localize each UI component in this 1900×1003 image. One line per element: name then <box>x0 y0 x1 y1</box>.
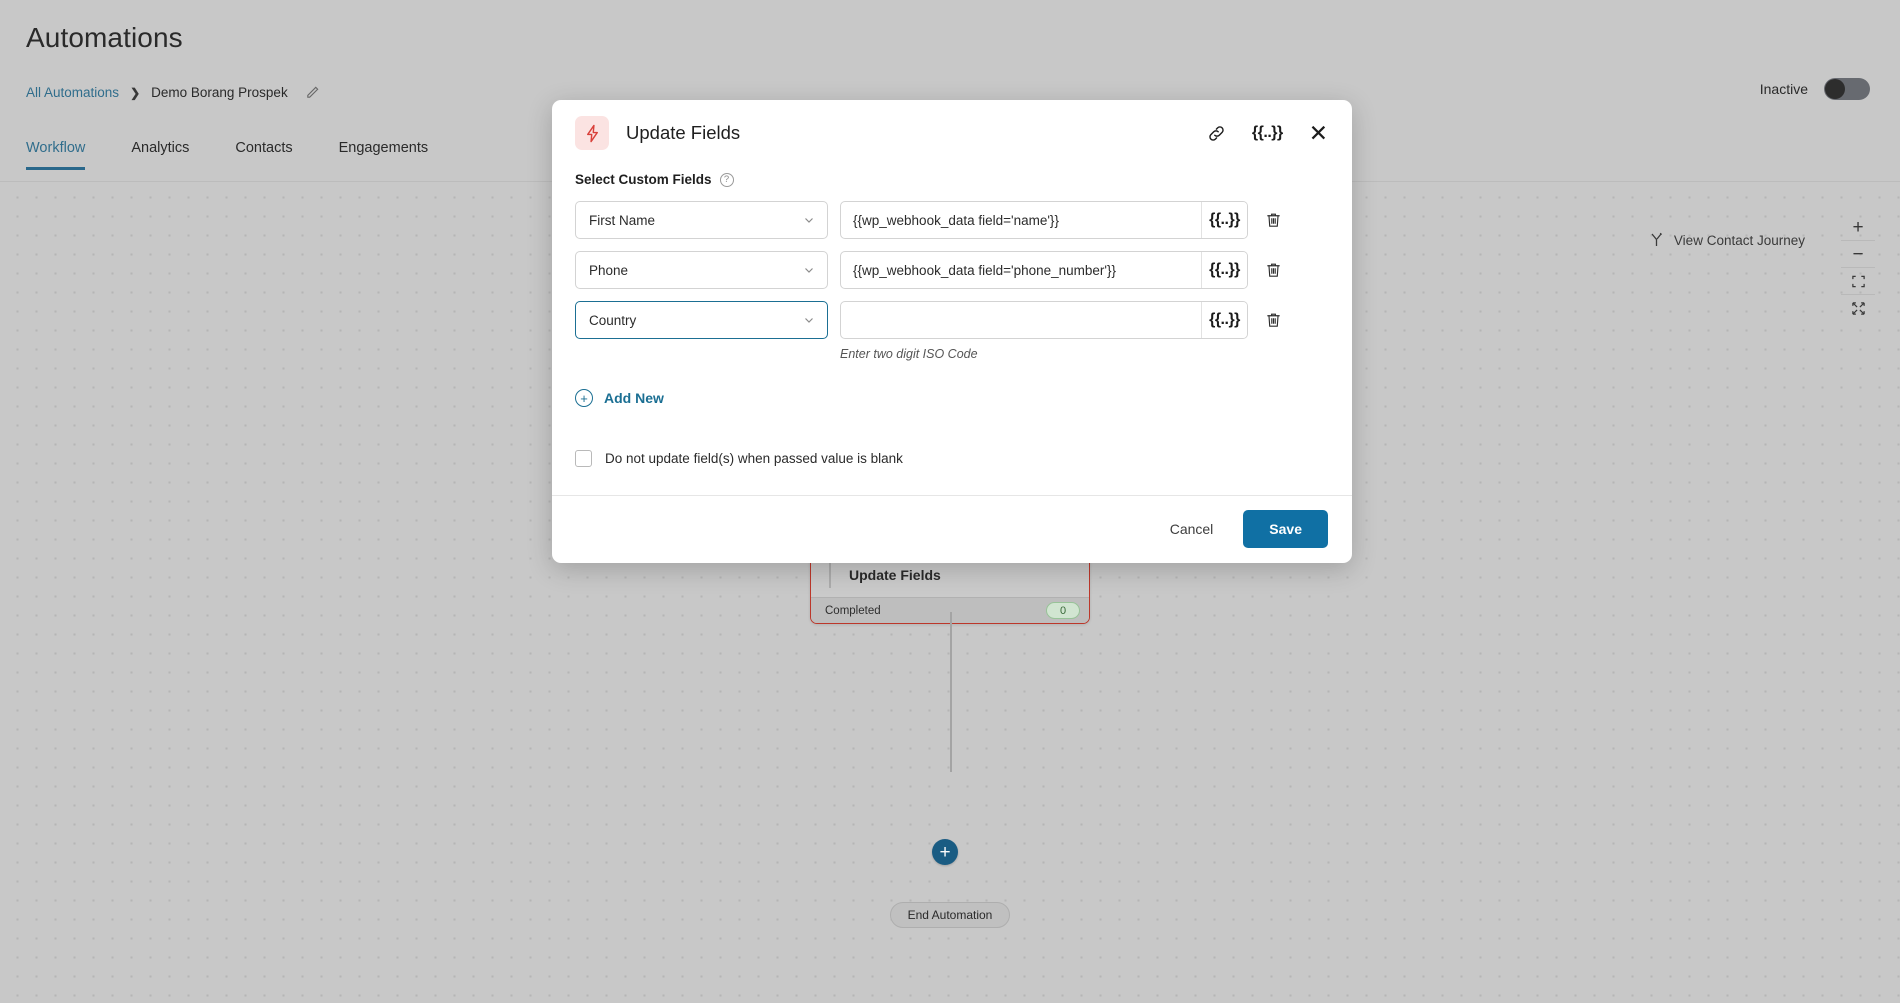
update-fields-modal: Update Fields {{..}} ✕ Select Custom Fie… <box>552 100 1352 563</box>
blank-value-option-row: Do not update field(s) when passed value… <box>575 449 1328 467</box>
link-icon[interactable] <box>1207 124 1226 143</box>
modal-header: Update Fields {{..}} ✕ <box>552 100 1352 166</box>
field-value-input-2[interactable] <box>841 302 1201 338</box>
select-custom-fields-label: Select Custom Fields ? <box>575 172 1328 187</box>
plus-circle-icon: + <box>575 389 593 407</box>
field-name-select-value-1: Phone <box>589 262 629 278</box>
custom-field-row: First Name {{..}} <box>575 201 1328 239</box>
section-label-text: Select Custom Fields <box>575 172 712 187</box>
delete-field-button-0[interactable] <box>1262 208 1284 232</box>
field-value-wrap-2: {{..}} <box>840 301 1248 339</box>
modal-title: Update Fields <box>626 122 741 143</box>
custom-field-row: Country {{..}} <box>575 301 1328 339</box>
modal-header-actions: {{..}} ✕ <box>1207 121 1328 145</box>
field-value-wrap-0: {{..}} <box>840 201 1248 239</box>
custom-field-row: Phone {{..}} <box>575 251 1328 289</box>
cancel-button[interactable]: Cancel <box>1150 511 1234 547</box>
field-value-input-0[interactable] <box>841 202 1201 238</box>
row-merge-tag-button-1[interactable]: {{..}} <box>1201 252 1247 288</box>
field-name-select-value-2: Country <box>589 312 637 328</box>
merge-tag-button[interactable]: {{..}} <box>1252 124 1283 142</box>
chevron-down-icon <box>803 214 815 226</box>
automations-page: Automations All Automations ❯ Demo Boran… <box>0 0 1900 1003</box>
add-new-field-button[interactable]: + Add New <box>575 389 664 407</box>
chevron-down-icon <box>803 264 815 276</box>
modal-body: Select Custom Fields ? First Name {{..}} <box>552 172 1352 467</box>
field-name-select-1[interactable]: Phone <box>575 251 828 289</box>
close-icon[interactable]: ✕ <box>1309 121 1328 145</box>
field-value-wrap-1: {{..}} <box>840 251 1248 289</box>
field-value-input-1[interactable] <box>841 252 1201 288</box>
info-icon[interactable]: ? <box>719 172 734 187</box>
row-merge-tag-button-0[interactable]: {{..}} <box>1201 202 1247 238</box>
chevron-down-icon <box>803 314 815 326</box>
field-helper-text-2: Enter two digit ISO Code <box>840 347 978 361</box>
modal-footer: Cancel Save <box>552 494 1352 563</box>
add-new-label: Add New <box>604 390 664 406</box>
do-not-update-blank-label: Do not update field(s) when passed value… <box>605 450 903 466</box>
field-name-select-value-0: First Name <box>589 212 656 228</box>
save-button[interactable]: Save <box>1243 510 1328 548</box>
field-name-select-2[interactable]: Country <box>575 301 828 339</box>
field-name-select-0[interactable]: First Name <box>575 201 828 239</box>
delete-field-button-1[interactable] <box>1262 258 1284 282</box>
lightning-bolt-icon <box>575 116 609 150</box>
do-not-update-blank-checkbox[interactable] <box>575 449 592 467</box>
delete-field-button-2[interactable] <box>1262 308 1284 332</box>
row-merge-tag-button-2[interactable]: {{..}} <box>1201 302 1247 338</box>
